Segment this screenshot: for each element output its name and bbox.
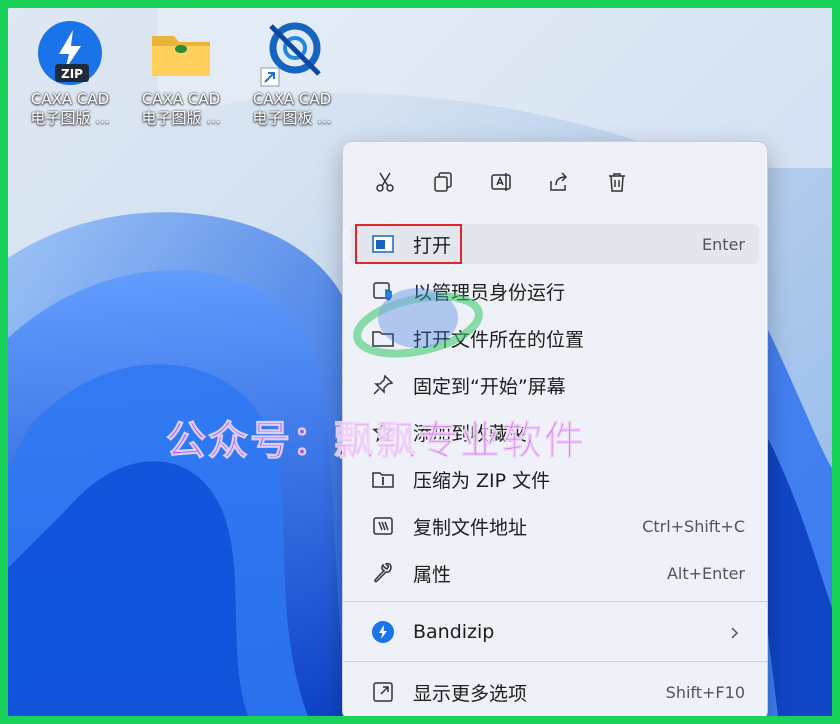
copy-button[interactable] <box>425 160 461 204</box>
menu-item-label: Bandizip <box>413 621 495 643</box>
rename-button[interactable] <box>483 160 519 204</box>
caxa-app-shortcut-icon <box>257 18 327 88</box>
share-button[interactable] <box>541 160 577 204</box>
desktop-icon-label-line1: CAXA CAD <box>252 90 332 108</box>
zip-archive-icon: ZIP <box>35 18 105 88</box>
pin-icon <box>371 373 395 397</box>
trash-icon <box>609 173 625 192</box>
menu-item-label: 压缩为 ZIP 文件 <box>413 469 551 492</box>
menu-item-shortcut: Alt+Enter <box>666 563 745 583</box>
desktop-icon-caxa-folder[interactable]: CAXA CAD 电子图版 ... <box>129 18 233 128</box>
watermark-text: 公众号：飘飘专业软件 <box>166 418 586 465</box>
wrench-icon <box>371 561 395 585</box>
cut-button[interactable] <box>367 160 403 204</box>
screenshot-frame: ZIP CAXA CAD 电子图版 ... CAXA CAD 电子图版 ... <box>0 0 840 724</box>
copy-icon <box>434 172 452 192</box>
menu-item-copy-path[interactable]: 复制文件地址 Ctrl+Shift+C <box>351 506 759 546</box>
copy-path-icon <box>371 514 395 538</box>
highlight-box <box>355 224 462 264</box>
scissors-icon <box>376 172 394 192</box>
share-icon <box>550 172 568 191</box>
menu-separator <box>343 661 767 662</box>
desktop-icon-label-line1: CAXA CAD <box>30 90 110 108</box>
menu-item-label: 复制文件地址 <box>413 516 528 539</box>
desktop-icon-label-line2: 电子图板 ... <box>252 109 332 127</box>
menu-item-bandizip[interactable]: Bandizip <box>351 612 759 652</box>
menu-item-shortcut: Shift+F10 <box>665 682 745 702</box>
rename-icon <box>491 173 511 191</box>
desktop-icon-caxa-zip[interactable]: ZIP CAXA CAD 电子图版 ... <box>18 18 122 128</box>
more-options-icon <box>371 680 395 704</box>
menu-item-properties[interactable]: 属性 Alt+Enter <box>351 553 759 593</box>
svg-text:ZIP: ZIP <box>61 67 83 81</box>
delete-button[interactable] <box>599 160 635 204</box>
bandizip-icon <box>371 620 395 644</box>
menu-item-show-more-options[interactable]: 显示更多选项 Shift+F10 <box>351 672 759 712</box>
zip-folder-icon <box>371 467 395 491</box>
folder-icon <box>146 18 216 88</box>
menu-separator <box>343 601 767 602</box>
desktop-icon-label-line2: 电子图版 ... <box>30 109 110 127</box>
desktop-icon-label-line1: CAXA CAD <box>141 90 221 108</box>
menu-item-label: 显示更多选项 <box>413 682 528 705</box>
menu-item-shortcut: Ctrl+Shift+C <box>642 516 745 536</box>
menu-item-pin-to-start[interactable]: 固定到“开始”屏幕 <box>351 365 759 405</box>
menu-item-shortcut: Enter <box>702 234 745 254</box>
desktop-icon-caxa-shortcut[interactable]: CAXA CAD 电子图板 ... <box>240 18 344 128</box>
watermark-logo <box>353 288 483 358</box>
menu-item-label: 属性 <box>413 563 452 586</box>
menu-item-label: 固定到“开始”屏幕 <box>413 375 566 398</box>
chevron-right-icon <box>727 625 741 639</box>
desktop-icon-label-line2: 电子图版 ... <box>141 109 221 127</box>
